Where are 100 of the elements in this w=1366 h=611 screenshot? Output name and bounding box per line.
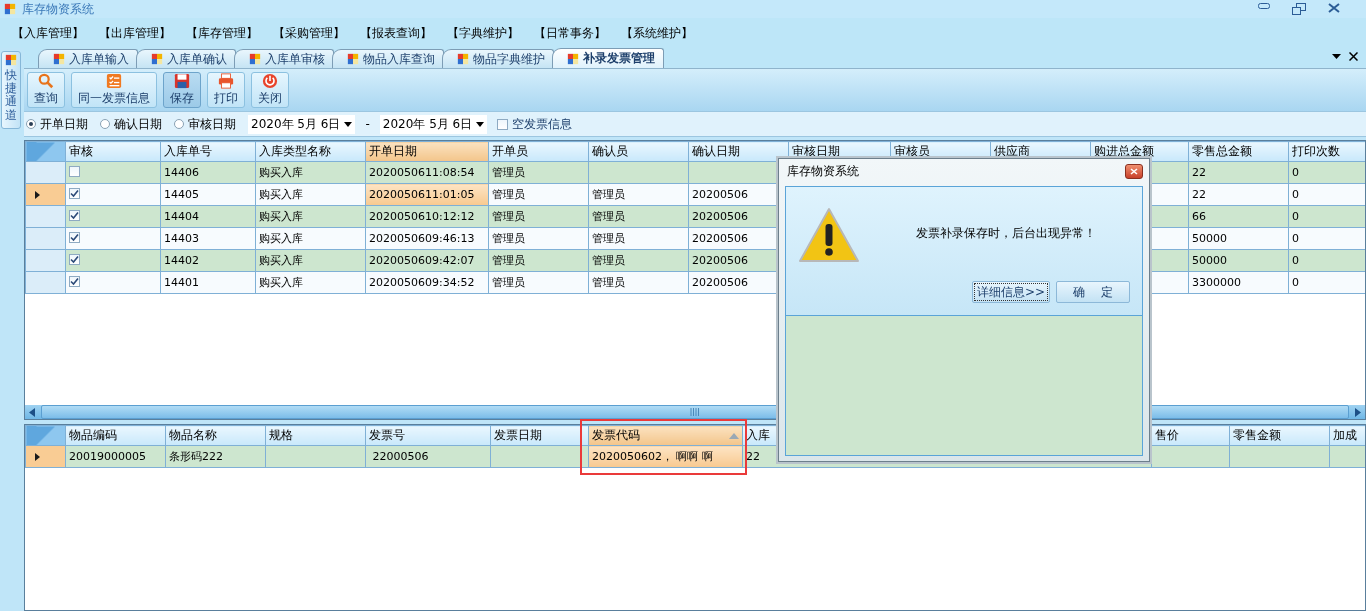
checkbox[interactable]: 空发票信息 xyxy=(497,115,573,133)
table-cell: 66 xyxy=(1192,210,1206,223)
table-cell: 管理员 xyxy=(492,166,525,179)
column-header[interactable]: 确认日期 xyxy=(688,141,789,162)
table-cell: 购买入库 xyxy=(259,188,303,201)
column-header[interactable]: 发票代码 xyxy=(588,425,743,446)
menu-item[interactable]: 【采购管理】 xyxy=(273,24,360,42)
toolbar-button[interactable]: 打印 xyxy=(207,72,245,108)
column-header[interactable]: 物品名称 xyxy=(165,425,266,446)
table-cell-text: 22000506 xyxy=(371,450,429,463)
app-icon xyxy=(5,54,17,66)
dialog-button[interactable]: 确 定 xyxy=(1056,281,1130,303)
dialog-button[interactable]: 详细信息>> xyxy=(971,281,1050,303)
tab-icon xyxy=(567,52,579,65)
table-cell: 管理员 xyxy=(492,188,525,201)
column-header[interactable]: 零售金额 xyxy=(1229,425,1330,446)
table-cell: 2020050609:34:52 xyxy=(369,276,475,289)
caret-icon xyxy=(344,121,353,127)
error-message: 发票补录保存时，后台出现异常！ xyxy=(916,225,1096,242)
date-picker[interactable]: 2020年 5月 6日 xyxy=(379,114,488,134)
printer-icon xyxy=(217,73,235,89)
column-header[interactable]: 入库类型名称 xyxy=(255,141,366,162)
checkbox[interactable] xyxy=(69,165,80,177)
date-picker[interactable]: 2020年 5月 6日 xyxy=(248,114,356,134)
table-cell: 20200506 xyxy=(692,276,748,289)
tab[interactable]: 物品入库查询 xyxy=(332,49,444,68)
column-header[interactable]: 发票号 xyxy=(365,425,491,446)
table-cell: 0 xyxy=(1292,210,1299,223)
column-header[interactable]: 物品编码 xyxy=(65,425,166,446)
table-cell: 购买入库 xyxy=(259,210,303,223)
tab-icon xyxy=(249,53,261,65)
warning-icon xyxy=(798,207,860,263)
table-cell: 2020050610:12:12 xyxy=(369,210,475,223)
table-cell: 管理员 xyxy=(592,188,625,201)
tab[interactable]: 物品字典维护 xyxy=(442,49,554,68)
table-cell: 2020050609:42:07 xyxy=(369,254,475,267)
column-header[interactable]: 开单员 xyxy=(488,141,589,162)
table-cell: 20200506 xyxy=(692,254,748,267)
column-header[interactable]: 审核 xyxy=(65,141,161,162)
search-icon xyxy=(37,73,55,89)
checkbox[interactable] xyxy=(69,210,80,221)
column-header[interactable]: 打印次数 xyxy=(1288,141,1365,162)
radio-button[interactable]: 开单日期 xyxy=(26,115,88,133)
checkbox[interactable] xyxy=(69,254,80,265)
column-header[interactable]: 入库单号 xyxy=(160,141,256,162)
menu-item[interactable]: 【报表查询】 xyxy=(360,24,447,42)
toolbar-button[interactable]: 查询 xyxy=(27,72,65,108)
tab[interactable]: 补录发票管理 xyxy=(552,48,664,68)
tab-icon xyxy=(347,53,359,65)
table-cell: 14403 xyxy=(164,232,199,245)
radio-button[interactable]: 审核日期 xyxy=(174,115,236,133)
column-header[interactable]: 加成 xyxy=(1329,425,1365,446)
menu-item[interactable]: 【字典维护】 xyxy=(447,24,534,42)
table-cell: 20200506 xyxy=(692,210,748,223)
minimize-button[interactable] xyxy=(1258,3,1270,9)
table-cell: 22 xyxy=(746,450,760,463)
toolbar-button[interactable]: 关闭 xyxy=(251,72,289,108)
menu-item[interactable]: 【日常事务】 xyxy=(534,24,621,42)
table-cell: 22 xyxy=(1192,188,1206,201)
close-button[interactable] xyxy=(1328,3,1340,13)
menu-item[interactable]: 【库存管理】 xyxy=(186,24,273,42)
table-cell: 14402 xyxy=(164,254,199,267)
checkbox[interactable] xyxy=(69,232,80,243)
checkbox[interactable] xyxy=(69,188,80,199)
table-cell: 14404 xyxy=(164,210,199,223)
column-header[interactable]: 售价 xyxy=(1151,425,1230,446)
menu-item[interactable]: 【系统维护】 xyxy=(621,24,708,42)
table-cell: 购买入库 xyxy=(259,276,303,289)
table-cell: 管理员 xyxy=(592,210,625,223)
quick-access-tab[interactable]: 快捷通道 xyxy=(1,51,21,129)
menu-item[interactable]: 【出库管理】 xyxy=(99,24,186,42)
radio-button[interactable]: 确认日期 xyxy=(100,115,162,133)
table-cell: 购买入库 xyxy=(259,232,303,245)
tab[interactable]: 入库单审核 xyxy=(234,49,334,68)
tab[interactable]: 入库单确认 xyxy=(136,49,236,68)
scroll-right-icon[interactable] xyxy=(1355,407,1361,417)
scroll-left-icon[interactable] xyxy=(29,407,35,417)
toolbar-button[interactable]: 保存 xyxy=(163,72,201,108)
checkbox[interactable] xyxy=(69,276,80,287)
column-header[interactable]: 规格 xyxy=(265,425,366,446)
tab-list-button[interactable] xyxy=(1332,53,1341,59)
sort-ascending-icon xyxy=(729,432,739,439)
table-cell: 22 xyxy=(1192,166,1206,179)
table-cell: 2020050611:08:54 xyxy=(369,166,475,179)
toolbar-button[interactable]: 同一发票信息 xyxy=(71,72,157,108)
table-cell: 2020050611:01:05 xyxy=(369,188,475,201)
close-icon xyxy=(1130,168,1138,175)
close-button[interactable] xyxy=(1125,164,1143,179)
tab[interactable]: 入库单输入 xyxy=(38,49,138,68)
menu-item[interactable]: 【入库管理】 xyxy=(12,24,99,42)
close-icon[interactable] xyxy=(1349,51,1358,61)
restore-button[interactable] xyxy=(1292,3,1306,15)
current-row-icon xyxy=(35,452,40,461)
table-cell: 14405 xyxy=(164,188,199,201)
column-header[interactable]: 确认员 xyxy=(588,141,689,162)
column-header[interactable]: 发票日期 xyxy=(490,425,589,446)
column-header[interactable]: 零售总金额 xyxy=(1188,141,1289,162)
row-header[interactable] xyxy=(25,445,66,468)
column-header[interactable]: 开单日期 xyxy=(365,141,489,162)
row-header[interactable] xyxy=(25,183,66,206)
